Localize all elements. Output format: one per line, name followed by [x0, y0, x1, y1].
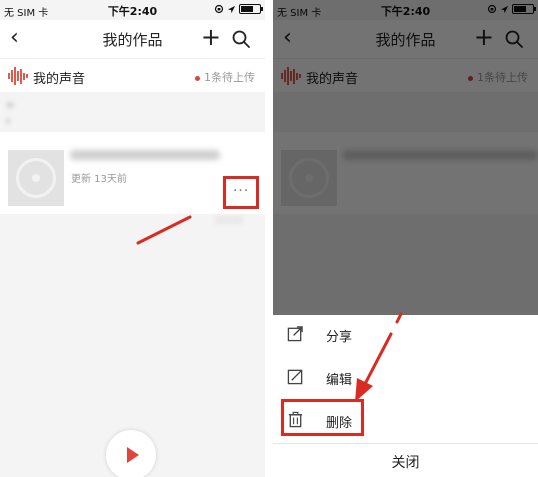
share-icon: [287, 326, 303, 342]
right-screen: 无 SIM 卡 下午2:40 ‹ 我的作品 + 我的声音 1条待上传 分享: [273, 0, 538, 477]
pending-dot-icon: [195, 75, 200, 81]
status-icons: [214, 4, 263, 14]
blurred-work-title: [70, 150, 220, 160]
edit-label: 编辑: [326, 373, 353, 388]
sound-wave-icon: [8, 67, 28, 85]
play-button[interactable]: [106, 430, 156, 477]
edit-option[interactable]: 编辑: [273, 358, 538, 396]
location-icon: [227, 5, 236, 13]
nav-bar: ‹ 我的作品 +: [0, 20, 265, 58]
share-option[interactable]: 分享: [273, 315, 538, 353]
delete-highlight-box: [281, 399, 364, 436]
my-voice-label: 我的声音: [33, 72, 86, 87]
close-button[interactable]: 关闭: [273, 443, 538, 477]
ellipsis-icon: ···: [232, 183, 250, 199]
dim-overlay[interactable]: [273, 0, 538, 315]
battery-icon: [239, 4, 263, 14]
more-options-button[interactable]: ···: [223, 176, 259, 209]
close-label: 关闭: [391, 455, 420, 471]
add-icon[interactable]: +: [201, 23, 221, 51]
page-title: 我的作品: [102, 31, 163, 49]
play-icon: [127, 447, 139, 463]
rotation-lock-icon: [214, 4, 224, 14]
blurred-text: [6, 102, 14, 108]
pending-upload-status: 1条待上传: [195, 69, 255, 85]
blurred-text: [6, 118, 10, 124]
left-screen: 无 SIM 卡 下午2:40 ‹ 我的作品 + 我的声音 1条待上传 更新 13…: [0, 0, 265, 477]
blurred-section: [0, 92, 265, 132]
status-bar: 无 SIM 卡 下午2:40: [0, 0, 265, 20]
action-sheet: 分享 编辑 删除 关闭: [273, 315, 538, 477]
blurred-text: [215, 216, 243, 224]
album-cover: [8, 150, 64, 206]
my-voice-row[interactable]: 我的声音 1条待上传: [0, 58, 265, 92]
edit-icon: [287, 369, 303, 385]
disc-hole: [32, 174, 40, 182]
search-icon[interactable]: [231, 29, 251, 49]
share-label: 分享: [326, 330, 353, 345]
pending-upload-text: 1条待上传: [204, 71, 255, 84]
update-time-label: 更新 13天前: [71, 174, 127, 185]
